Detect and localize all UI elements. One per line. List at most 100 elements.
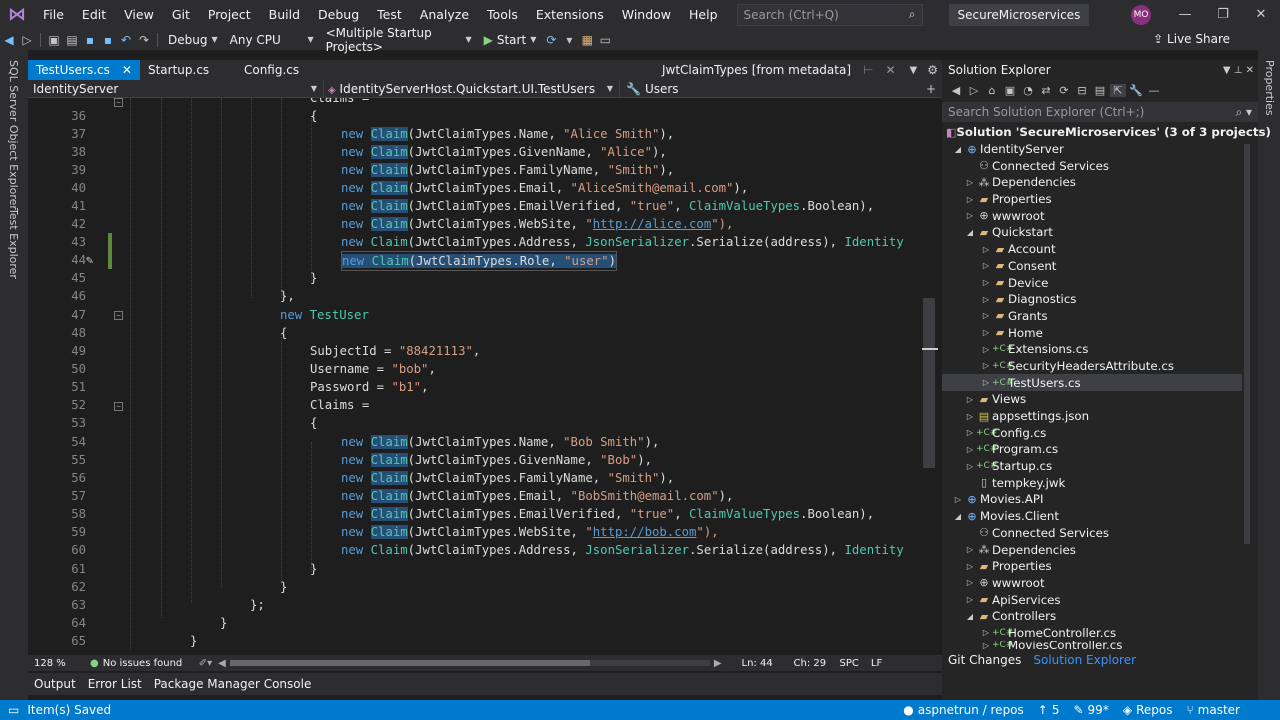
scroll-left-icon[interactable]: ◀ (218, 658, 226, 669)
menu-file[interactable]: File (34, 0, 73, 29)
repo-name[interactable]: aspnetrun / repos (918, 703, 1038, 717)
collapsed-icon[interactable]: ▷ (964, 545, 976, 554)
forward-icon[interactable]: ▷ (966, 84, 982, 97)
tree-node[interactable]: ▷ ▰ Home (942, 324, 1242, 341)
menu-git[interactable]: Git (163, 0, 199, 29)
collapsed-icon[interactable]: ▷ (980, 261, 992, 270)
live-share-button[interactable]: ⇪ Live Share (1153, 32, 1230, 46)
back-icon[interactable]: ◀ (0, 33, 18, 47)
menu-view[interactable]: View (115, 0, 163, 29)
collapsed-icon[interactable]: ▷ (980, 295, 992, 304)
pending-changes-count[interactable]: 5 (1048, 703, 1074, 717)
tab-testusers[interactable]: TestUsers.cs ✕ (28, 60, 140, 80)
collapsed-icon[interactable]: ▷ (964, 462, 976, 471)
collapsed-icon[interactable]: ▷ (964, 578, 976, 587)
branch-name[interactable]: master (1194, 703, 1280, 717)
collapsed-icon[interactable]: ▷ (964, 412, 976, 421)
refresh-icon[interactable]: ⟳ (1056, 84, 1072, 97)
start-button[interactable]: ▶ Start ▼ (478, 30, 543, 49)
pin-icon[interactable]: ⊥ (1234, 65, 1243, 76)
collapsed-icon[interactable]: ▷ (952, 495, 964, 504)
search-input[interactable]: Search (Ctrl+Q) ⌕ (736, 3, 923, 26)
expanded-icon[interactable]: ◢ (952, 145, 964, 154)
tab-git-changes[interactable]: Git Changes (942, 653, 1027, 667)
collapsed-icon[interactable]: ▷ (980, 311, 992, 320)
collapsed-icon[interactable]: ▷ (964, 195, 976, 204)
collapsed-icon[interactable]: ▷ (980, 278, 992, 287)
close-icon[interactable]: ✕ (1242, 0, 1280, 29)
scroll-right-icon[interactable]: ▶ (714, 658, 722, 669)
preview-icon[interactable]: ⇱ (1110, 83, 1126, 97)
quick-actions-icon[interactable]: ✎ (86, 251, 93, 269)
properties-icon[interactable]: 🔧 (1128, 84, 1144, 97)
brush-icon[interactable]: ✐▾ (193, 658, 218, 669)
split-icon[interactable]: + (920, 82, 942, 96)
tree-node[interactable]: ▯ tempkey.jwk (942, 474, 1242, 491)
tab-error-list[interactable]: Error List (82, 677, 148, 691)
error-count[interactable]: 99* (1084, 703, 1123, 717)
tree-node[interactable]: ▷ ▰ Diagnostics (942, 291, 1242, 308)
sync-icon[interactable]: ⇄ (1038, 84, 1054, 97)
menu-help[interactable]: Help (680, 0, 727, 29)
menu-edit[interactable]: Edit (73, 0, 115, 29)
new-item-icon[interactable]: ▣ (45, 33, 63, 47)
tree-node[interactable]: ◢ ▰ Quickstart (942, 224, 1242, 241)
close-icon[interactable]: ✕ (1246, 65, 1254, 76)
show-all-files-icon[interactable]: ▤ (1092, 84, 1108, 97)
refresh-icon[interactable]: ⟳ (542, 33, 560, 47)
collapsed-icon[interactable]: ▷ (964, 595, 976, 604)
save-all-icon[interactable]: ▪ (99, 33, 117, 47)
expanded-icon[interactable]: ◢ (964, 228, 976, 237)
collapsed-icon[interactable]: ▷ (964, 178, 976, 187)
tree-node[interactable]: ▷ ▰ Views (942, 391, 1242, 408)
collapsed-icon[interactable]: ▷ (980, 245, 992, 254)
collapsed-icon[interactable]: ▷ (980, 628, 992, 637)
tab-config[interactable]: Config.cs (236, 60, 307, 80)
layout-icon[interactable]: ▭ (596, 33, 614, 47)
collapse-all-icon[interactable]: ⊟ (1074, 84, 1090, 97)
class-dropdown[interactable]: ◈ IdentityServerHost.Quickstart.UI.TestU… (324, 80, 620, 97)
tab-startup[interactable]: Startup.cs (140, 60, 236, 80)
tree-node[interactable]: ▷ ▰ ApiServices (942, 591, 1242, 608)
repos-button[interactable]: Repos (1132, 703, 1186, 717)
hot-reload-icon[interactable]: ▦ (578, 33, 596, 47)
collapsed-icon[interactable]: ▷ (964, 445, 976, 454)
menu-build[interactable]: Build (260, 0, 309, 29)
tree-node[interactable]: ▷ ▰ Properties (942, 191, 1242, 208)
tree-node[interactable]: ▷ ⊕ wwwroot (942, 207, 1242, 224)
configuration-dropdown[interactable]: Debug ▼ (162, 30, 224, 49)
scrollbar-thumb[interactable] (923, 298, 935, 468)
member-dropdown[interactable]: 🔧 Users (620, 80, 920, 97)
collapsed-icon[interactable]: ▷ (964, 395, 976, 404)
menu-tools[interactable]: Tools (478, 0, 527, 29)
tree-node[interactable]: ▷ +C# MoviesController.cs (942, 641, 1242, 649)
close-icon[interactable]: ✕ (122, 63, 132, 77)
tree-node-project[interactable]: ▷ ⊕ Movies.API (942, 491, 1242, 508)
tree-node[interactable]: ◢ ▰ Controllers (942, 608, 1242, 625)
tree-node-solution[interactable]: ◧ Solution 'SecureMicroservices' (3 of 3 … (942, 124, 1271, 141)
tree-node[interactable]: ▷ ⊕ wwwroot (942, 575, 1242, 592)
menu-window[interactable]: Window (613, 0, 680, 29)
platform-dropdown[interactable]: Any CPU ▼ (224, 30, 320, 49)
expanded-icon[interactable]: ◢ (952, 512, 964, 521)
tree-node[interactable]: ⚇ Connected Services (942, 157, 1242, 174)
menu-extensions[interactable]: Extensions (527, 0, 613, 29)
collapsed-icon[interactable]: ▷ (964, 211, 976, 220)
properties-tab[interactable]: Properties (1263, 60, 1276, 116)
code-editor[interactable]: Claims = − 36 { 37 new Claim(JwtClaimTypes… (28, 98, 920, 650)
solution-explorer-search[interactable]: Search Solution Explorer (Ctrl+;) ⌕ ▾ (942, 102, 1258, 122)
tree-node[interactable]: ▷ +C# SecurityHeadersAttribute.cs (942, 358, 1242, 375)
tab-overflow-icon[interactable]: ▼ (904, 65, 924, 76)
sql-server-object-explorer-tab[interactable]: SQL Server Object Explorer (7, 60, 20, 210)
expanded-icon[interactable]: ◢ (964, 612, 976, 621)
tab-jwtclaimtypes[interactable]: JwtClaimTypes [from metadata] ⊢ ✕ (654, 60, 904, 80)
editor-vertical-scrollbar[interactable] (920, 98, 938, 650)
redo-icon[interactable]: ↷ (135, 33, 153, 47)
collapsed-icon[interactable]: ▷ (980, 345, 992, 354)
fold-toggle[interactable]: − (114, 98, 123, 107)
tree-node[interactable]: ⚇ Connected Services (942, 525, 1242, 542)
issues-text[interactable]: No issues found (103, 658, 193, 669)
tree-node[interactable]: ▷ ▰ Properties (942, 558, 1242, 575)
collapsed-icon[interactable]: ▷ (980, 328, 992, 337)
tab-output[interactable]: Output (28, 677, 82, 691)
